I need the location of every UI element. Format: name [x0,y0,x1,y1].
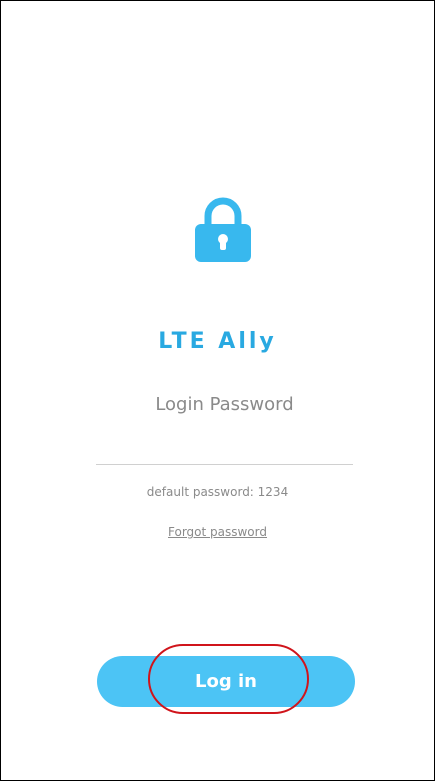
forgot-password-link[interactable]: Forgot password [1,525,434,539]
app-title: LTE Ally [158,329,277,354]
password-input[interactable] [96,389,353,465]
default-password-hint: default password: 1234 [146,485,289,499]
lock-icon [195,197,251,262]
login-button-label: Log in [195,671,257,692]
login-button[interactable]: Log in [97,656,355,707]
login-screen: LTE Ally default password: 1234 Forgot p… [0,0,435,781]
